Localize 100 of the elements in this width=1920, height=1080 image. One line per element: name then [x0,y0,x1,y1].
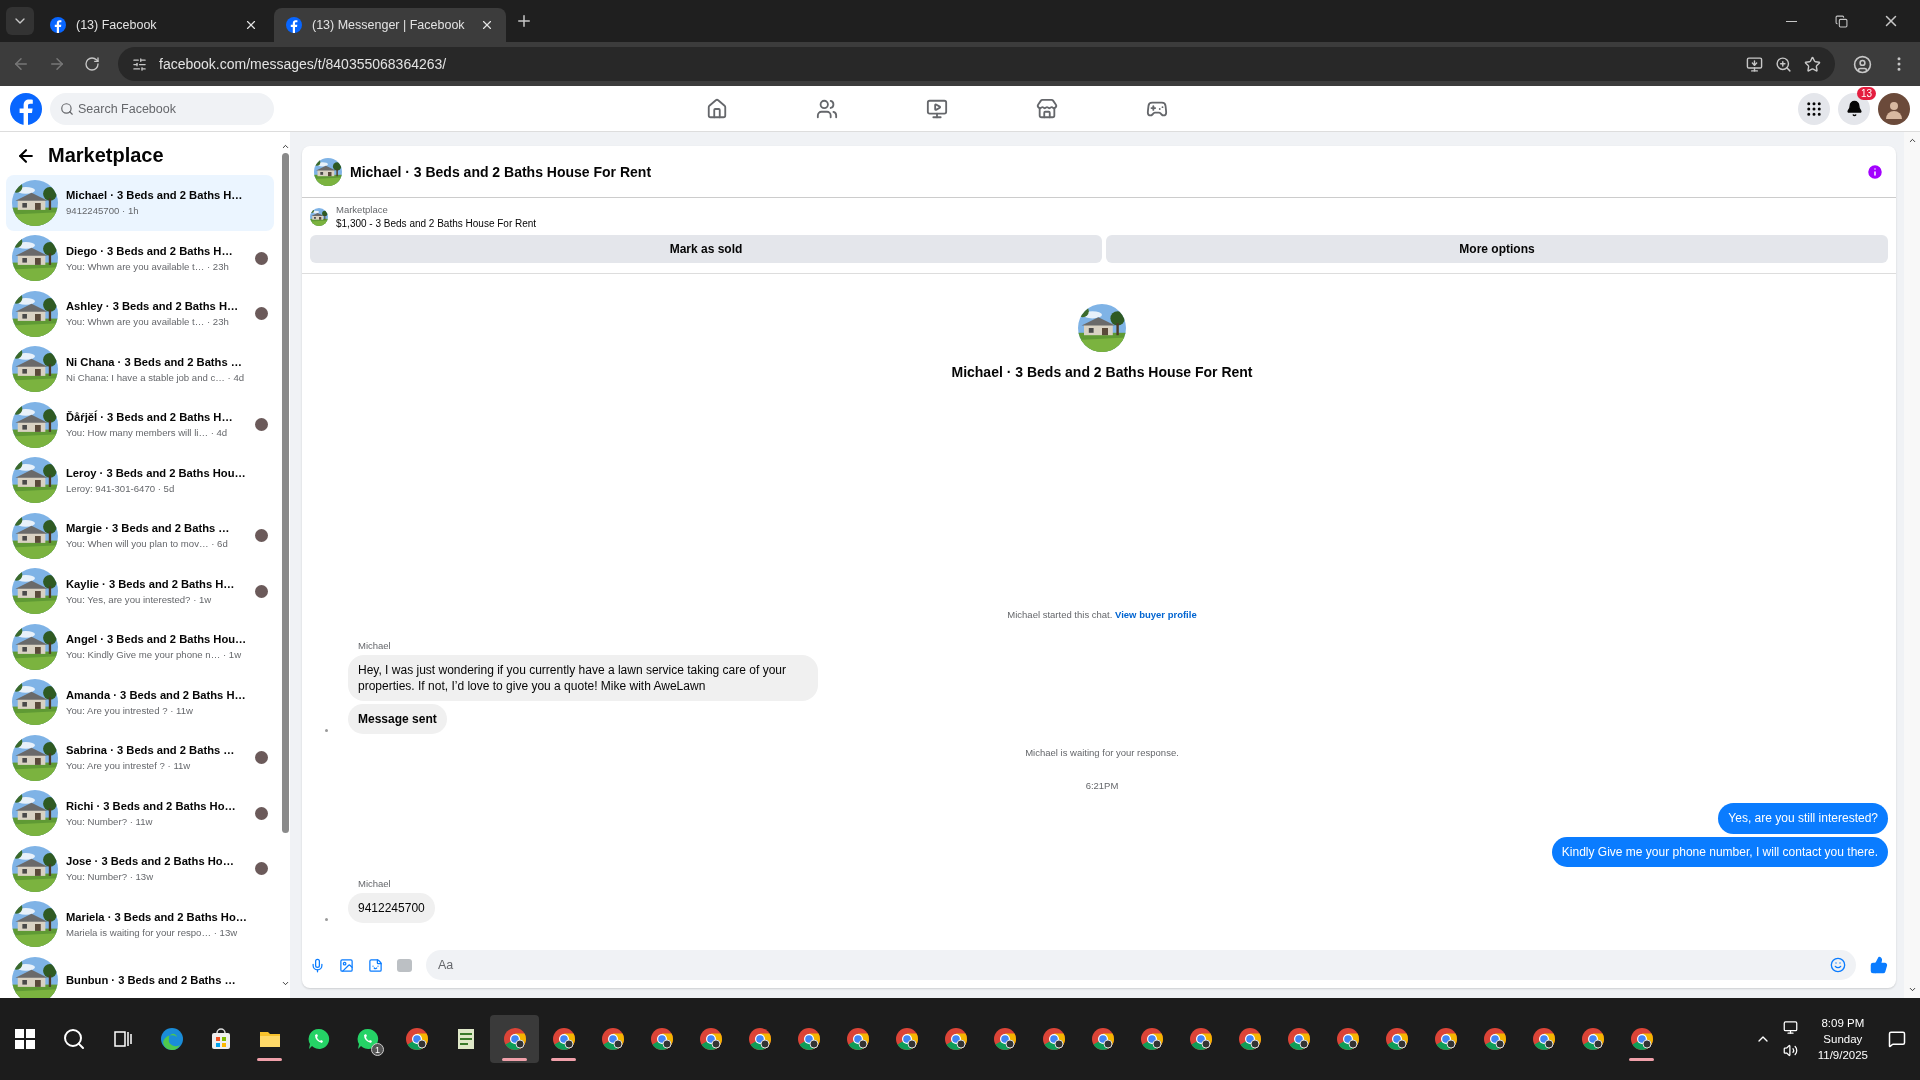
info-icon[interactable] [1866,162,1884,181]
sender-name: Michael [358,877,391,889]
conversation-title: Bunbun · 3 Beds and 2 Baths … [66,972,237,987]
conversation-item[interactable]: Ďåŕjěĺ · 3 Beds and 2 Baths H… You: How many members will li… · 4d [6,397,274,453]
conversation-title: Richi · 3 Beds and 2 Baths Ho… [66,798,237,813]
browser-icon [551,1027,576,1051]
taskbar-button[interactable]: 1 [343,1015,392,1063]
scroll-up-icon[interactable] [280,142,290,151]
scrollbar-thumb[interactable] [281,153,289,833]
clock-date: 11/9/2025 [1817,1049,1868,1061]
address-bar[interactable]: facebook.com/messages/t/840355068364263/ [159,56,447,72]
conversation-item[interactable]: Margie · 3 Beds and 2 Baths … You: When will you plan to mov… · 6d [6,508,274,564]
conversation-preview: You: Are you intrested ? · 11w [66,704,194,717]
conversation-item[interactable]: Ashley · 3 Beds and 2 Baths H… You: Whwn are you available t… · 23h [6,286,274,342]
browser-icon [1433,1027,1458,1051]
browser-icon [1188,1027,1213,1051]
browser-tab[interactable]: (13) Messenger | Facebook [274,8,506,42]
browser-icon [600,1027,625,1051]
image-icon[interactable] [339,957,354,973]
conversation-title: Michael · 3 Beds and 2 Baths H… [66,188,244,203]
conversation-item[interactable]: Amanda · 3 Beds and 2 Baths H… You: Are you intrested ? · 11w [6,674,274,730]
conversation-item[interactable]: Ni Chana · 3 Beds and 2 Baths … Ni Chana: I have a stable job and c… · 4d [6,341,274,397]
conversation-item[interactable]: Kaylie · 3 Beds and 2 Baths H… You: Yes, are you interested? · 1w [6,563,274,619]
browser-icon [1482,1027,1507,1051]
search-icon [60,101,74,116]
message-field[interactable]: Aa [426,950,1856,980]
forward-icon[interactable] [48,55,66,73]
tab-search-button[interactable] [6,7,34,35]
browser-icon [1090,1027,1115,1051]
system-note: Michael is waiting for your response. [1024,747,1180,759]
sticker-icon[interactable] [368,957,383,973]
bookmark-icon[interactable] [1804,55,1821,73]
conversation-item[interactable]: Jose · 3 Beds and 2 Baths Ho… You: Number? · 13w [6,841,274,897]
conversation-item[interactable]: Angel · 3 Beds and 2 Baths Hou… You: Kindly Give me your phone n… · 1w [6,619,274,675]
bell-icon [1845,100,1863,117]
action-button[interactable]: Mark as sold [310,235,1102,263]
listing-label: Marketplace [336,204,389,215]
clock-day: Sunday [1823,1033,1863,1045]
emoji-icon[interactable] [1830,957,1846,973]
clock-time: 8:09 PM [1821,1017,1865,1029]
scroll-down-icon[interactable] [1907,985,1917,994]
close-icon[interactable] [244,18,258,32]
menu-button[interactable] [1798,92,1830,125]
account-button[interactable] [1878,92,1910,125]
microphone-icon[interactable] [310,957,325,973]
conversation-preview: You: Whwn are you available t… · 23h [66,316,230,329]
search-icon [61,1027,86,1051]
action-button[interactable]: More options [1106,235,1888,263]
browser-icon [1237,1027,1262,1051]
network-icon[interactable] [1782,1020,1798,1035]
video-icon [926,97,948,120]
conversation-preview: You: Whwn are you available t… · 23h [66,260,230,273]
site-info-icon[interactable] [132,56,147,72]
search-field[interactable]: Search Facebook [50,92,274,125]
buyer-profile-link[interactable]: View buyer profile [1115,608,1197,620]
grid-icon [1805,99,1823,118]
message-bubble: Yes, are you still interested? [1718,803,1888,834]
conversation-preview: Ni Chana: I have a stable job and c… · 4d [66,371,246,384]
plus-icon [515,12,533,30]
favicon-icon [50,17,66,33]
restore-icon [1834,14,1848,28]
logo-icon[interactable] [10,92,42,125]
clock[interactable]: 8:09 PM Sunday 11/9/2025 [1809,1017,1876,1061]
browser-icon [698,1027,723,1051]
conversation-item[interactable]: Mariela · 3 Beds and 2 Baths Ho… Mariela is waiting for your respo… · 13w [6,896,274,952]
scroll-down-icon[interactable] [280,979,290,988]
conversation-title: Jose · 3 Beds and 2 Baths Ho… [66,854,235,869]
browser-icon [1531,1027,1556,1051]
browser-icon [747,1027,772,1051]
conversation-item[interactable]: Michael · 3 Beds and 2 Baths H… 9412245700 · 1h [6,175,274,231]
conversation-item[interactable]: Diego · 3 Beds and 2 Baths H… You: Whwn are you available t… · 23h [6,230,274,286]
conversation-title: Amanda · 3 Beds and 2 Baths H… [66,687,247,702]
install-icon[interactable] [1746,55,1763,73]
sender-name: Michael [358,639,391,651]
browser-icon [1629,1027,1654,1051]
chat-icon [306,1027,331,1051]
conversation-title: Leroy · 3 Beds and 2 Baths Hou… [66,465,247,480]
volume-icon[interactable] [1782,1043,1798,1058]
reload-icon[interactable] [84,56,100,72]
conversation-title: Ďåŕjěĺ · 3 Beds and 2 Baths H… [66,410,234,425]
browser-icon [1580,1027,1605,1051]
conversation-item[interactable]: Leroy · 3 Beds and 2 Baths Hou… Leroy: 941-301-6470 · 5d [6,452,274,508]
profile-icon[interactable] [1853,54,1872,74]
close-icon[interactable] [480,18,494,32]
notifications-icon[interactable] [1888,1030,1906,1048]
conversation-item[interactable]: Sabrina · 3 Beds and 2 Baths … You: Are you intrestef ? · 11w [6,730,274,786]
browser-icon [649,1027,674,1051]
taskbar-button[interactable] [490,1015,539,1063]
thumbs-up-icon[interactable] [1870,956,1888,974]
browser-tab[interactable]: (13) Facebook [38,8,270,42]
zoom-icon[interactable] [1775,55,1792,73]
browser-icon [1041,1027,1066,1051]
browser-icon [796,1027,821,1051]
conversation-preview: You: Kindly Give me your phone n… · 1w [66,649,243,662]
conversation-preview: You: How many members will li… · 4d [66,427,229,440]
conversation-preview: Mariela is waiting for your respo… · 13w [66,926,239,939]
conversation-item[interactable]: Richi · 3 Beds and 2 Baths Ho… You: Number? · 11w [6,785,274,841]
listing-description: $1,300 - 3 Beds and 2 Baths House For Rent [336,218,537,229]
scroll-up-icon[interactable] [1907,136,1917,145]
home-icon [706,97,728,120]
